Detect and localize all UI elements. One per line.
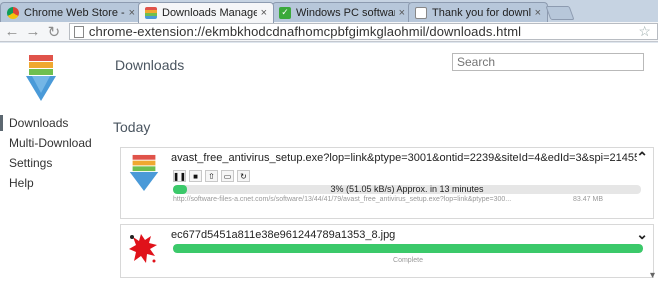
progress-bar bbox=[173, 244, 643, 253]
chrome-store-icon bbox=[7, 6, 19, 19]
sidebar-item-settings[interactable]: Settings bbox=[0, 153, 100, 173]
page-icon bbox=[415, 6, 427, 19]
stop-icon[interactable]: ■ bbox=[189, 170, 202, 182]
sidebar-item-help[interactable]: Help bbox=[0, 173, 100, 193]
download-status: Complete bbox=[393, 257, 423, 264]
close-icon[interactable]: × bbox=[399, 7, 405, 19]
download-meta: http://software-files-a.cnet.com/s/softw… bbox=[173, 196, 643, 203]
progress-fill bbox=[173, 244, 643, 253]
tab-strip: Chrome Web Store - Fruit × Downloads Man… bbox=[0, 0, 658, 23]
pause-icon[interactable]: ❚❚ bbox=[173, 170, 186, 182]
download-item: avast_free_antivirus_setup.exe?lop=link&… bbox=[120, 147, 654, 219]
scroll-down-icon[interactable]: ▾ bbox=[650, 270, 655, 281]
download-filename[interactable]: avast_free_antivirus_setup.exe?lop=link&… bbox=[171, 152, 637, 164]
search-input[interactable] bbox=[452, 53, 644, 71]
browser-toolbar: ← → ↻ chrome-extension://ekmbkhodcdnafho… bbox=[0, 22, 658, 42]
download-filename[interactable]: ec677d5451a811e38e961244789a1353_8.jpg bbox=[171, 229, 637, 241]
progress-bar: 3% (51.05 kB/s) Approx. in 13 minutes bbox=[173, 185, 641, 194]
back-icon[interactable]: ← bbox=[3, 23, 21, 41]
progress-text: 3% (51.05 kB/s) Approx. in 13 minutes bbox=[330, 185, 484, 194]
tab-windows-pc-software[interactable]: ✓ Windows PC software dow × bbox=[272, 2, 412, 22]
close-icon[interactable]: × bbox=[129, 7, 135, 19]
sidebar-item-downloads[interactable]: Downloads bbox=[0, 113, 100, 133]
file-type-icon bbox=[129, 154, 159, 192]
file-size: 83.47 MB bbox=[573, 196, 603, 203]
reload-icon[interactable]: ↻ bbox=[45, 23, 63, 41]
download-controls: ❚❚ ■ ⇧ ▭ ↻ bbox=[173, 170, 250, 182]
sidebar: Downloads Multi-Download Settings Help bbox=[0, 113, 100, 193]
tab-title: Downloads Manager bbox=[162, 7, 257, 19]
sidebar-item-multi-download[interactable]: Multi-Download bbox=[0, 133, 100, 153]
star-icon[interactable]: ☆ bbox=[638, 23, 651, 40]
close-icon[interactable]: × bbox=[535, 7, 541, 19]
address-bar[interactable]: chrome-extension://ekmbkhodcdnafhomcpbfg… bbox=[68, 23, 658, 40]
tab-title: Chrome Web Store - Fruit bbox=[24, 6, 125, 19]
tab-thank-you[interactable]: Thank you for downloading × bbox=[408, 2, 548, 22]
downloads-manager-logo-icon bbox=[26, 55, 56, 101]
image-thumbnail bbox=[127, 231, 161, 269]
section-title-today: Today bbox=[113, 119, 151, 135]
page-title: Downloads bbox=[115, 57, 185, 73]
upload-icon[interactable]: ⇧ bbox=[205, 170, 218, 182]
tab-title: Thank you for downloading bbox=[432, 6, 531, 19]
url-text: chrome-extension://ekmbkhodcdnafhomcpbfg… bbox=[88, 24, 522, 39]
check-icon: ✓ bbox=[279, 6, 291, 19]
downloads-manager-icon bbox=[145, 7, 157, 19]
download-item: ec677d5451a811e38e961244789a1353_8.jpg ⌄… bbox=[120, 224, 654, 278]
chevron-up-icon[interactable]: ⌃ bbox=[636, 149, 648, 166]
tab-title: Windows PC software dow bbox=[296, 6, 395, 19]
close-icon[interactable]: × bbox=[261, 7, 267, 19]
folder-icon[interactable]: ▭ bbox=[221, 170, 234, 182]
tab-downloads-manager[interactable]: Downloads Manager × bbox=[138, 2, 274, 23]
page-content: Downloads Downloads Multi-Download Setti… bbox=[0, 43, 658, 285]
chevron-down-icon[interactable]: ⌄ bbox=[636, 226, 648, 243]
new-tab-button[interactable] bbox=[545, 6, 575, 20]
page-icon bbox=[73, 25, 84, 38]
retry-icon[interactable]: ↻ bbox=[237, 170, 250, 182]
source-url[interactable]: http://software-files-a.cnet.com/s/softw… bbox=[173, 196, 511, 203]
forward-icon[interactable]: → bbox=[24, 23, 42, 41]
tab-chrome-web-store[interactable]: Chrome Web Store - Fruit × bbox=[0, 2, 142, 22]
